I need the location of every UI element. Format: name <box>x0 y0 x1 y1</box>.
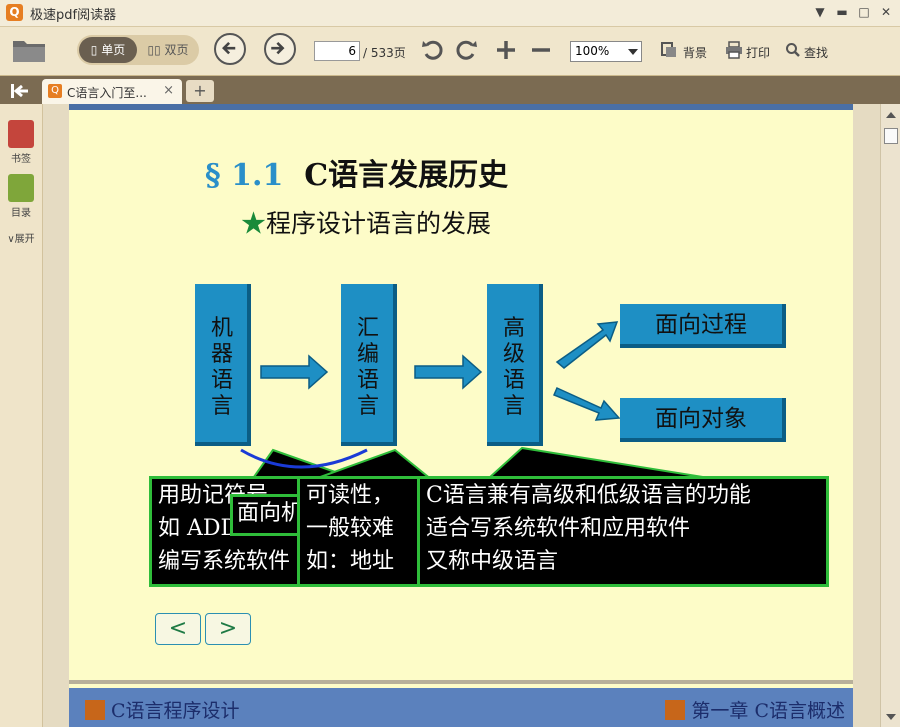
page-view-toggle: ▯ 单页 ▯▯ 双页 <box>77 35 199 65</box>
chevron-down-icon <box>628 49 638 55</box>
bookmarks-button[interactable]: 书签 <box>0 120 42 165</box>
zoom-select[interactable]: 100% <box>570 41 642 62</box>
scroll-thumb[interactable] <box>884 128 898 144</box>
footer-chapter: 第一章 C语言概述 <box>665 696 845 723</box>
slide-prev-button[interactable]: < <box>155 613 201 645</box>
background-button[interactable]: 背景 <box>683 44 707 61</box>
double-page-button[interactable]: ▯▯ 双页 <box>139 37 197 63</box>
page-number-input[interactable]: 6 <box>314 41 360 61</box>
page-total: / 533页 <box>363 46 406 60</box>
print-button[interactable]: 打印 <box>746 44 770 61</box>
footer-marker-icon <box>85 700 105 720</box>
title-bar: Q 极速pdf阅读器 ▼ ▬ □ ✕ <box>0 0 900 27</box>
bookmarks-label: 书签 <box>11 154 31 165</box>
callout-line: 编写系统软件 <box>158 549 291 574</box>
contents-icon <box>8 174 34 202</box>
menu-dropdown-icon[interactable]: ▼ <box>810 3 830 21</box>
app-logo-icon: Q <box>6 4 23 21</box>
pdf-page: § 1.1 C语言发展历史 ★程序设计语言的发展 机器语言 汇编语言 高级语言 … <box>69 104 853 727</box>
open-folder-icon[interactable] <box>12 37 46 63</box>
callout-line: 可读性， <box>306 483 395 508</box>
contents-label: 目录 <box>11 208 31 219</box>
print-icon[interactable] <box>725 41 743 59</box>
tab-close-icon[interactable]: × <box>163 83 174 98</box>
callout-line: C语言兼有高级和低级语言的功能 <box>426 483 751 508</box>
double-page-label: 双页 <box>164 43 189 57</box>
find-button[interactable]: 查找 <box>804 44 828 61</box>
callout-line: 又称中级语言 <box>426 549 559 574</box>
object-oriented-box: 面向对象 <box>620 398 786 442</box>
callout-c-language: C语言兼有高级和低级语言的功能 适合写系统软件和应用软件 又称中级语言 <box>417 476 829 587</box>
scroll-down-icon[interactable] <box>886 714 896 720</box>
zoom-in-icon[interactable] <box>493 37 519 63</box>
arrow-2 <box>414 354 483 390</box>
footer-left-text: C语言程序设计 <box>111 700 240 722</box>
callout-assembly: 可读性， 一般较难 如：地址 <box>297 476 423 587</box>
rotate-right-icon[interactable] <box>453 37 479 63</box>
vertical-scrollbar[interactable] <box>880 104 900 727</box>
callout-pointer-3 <box>486 446 710 479</box>
single-page-label: 单页 <box>101 43 126 57</box>
previous-page-button[interactable] <box>214 33 246 65</box>
zoom-value: 100% <box>575 44 610 58</box>
contents-button[interactable]: 目录 <box>0 174 42 219</box>
scroll-up-icon[interactable] <box>886 112 896 118</box>
toolbar: ▯ 单页 ▯▯ 双页 6 / 533页 100% 背景 打印 查找 <box>0 27 900 76</box>
footer-right-text: 第一章 C语言概述 <box>691 700 845 722</box>
single-page-button[interactable]: ▯ 单页 <box>79 37 137 63</box>
close-button[interactable]: ✕ <box>876 3 896 21</box>
callout-line: 如：地址 <box>306 549 395 574</box>
document-viewer[interactable]: § 1.1 C语言发展历史 ★程序设计语言的发展 机器语言 汇编语言 高级语言 … <box>43 104 880 727</box>
maximize-button[interactable]: □ <box>854 3 874 21</box>
single-page-icon: ▯ <box>90 43 98 57</box>
collapse-sidebar-icon[interactable] <box>10 83 30 99</box>
page-divider <box>69 680 853 684</box>
bookmark-icon <box>8 120 34 148</box>
pdf-file-icon: Q <box>48 84 62 98</box>
next-page-button[interactable] <box>264 33 296 65</box>
tab-label: C语言入门至... <box>67 86 147 100</box>
slide-footer: C语言程序设计 第一章 C语言概述 <box>69 688 853 727</box>
background-icon[interactable] <box>660 41 678 59</box>
zoom-out-icon[interactable] <box>528 37 554 63</box>
rotate-left-icon[interactable] <box>420 37 446 63</box>
arrow-1 <box>260 354 329 390</box>
document-tab[interactable]: Q C语言入门至... × <box>42 79 182 104</box>
search-icon[interactable] <box>785 42 801 58</box>
slide-next-button[interactable]: > <box>205 613 251 645</box>
expand-label: 展开 <box>14 234 35 245</box>
chevron-down-icon: ∨ <box>7 234 15 245</box>
window-title: 极速pdf阅读器 <box>30 8 117 23</box>
callout-line: 适合写系统软件和应用软件 <box>426 516 691 541</box>
tab-bar: Q C语言入门至... × + <box>0 76 900 104</box>
left-sidebar: 书签 目录 ∨展开 <box>0 104 43 727</box>
callout-line: 一般较难 <box>306 516 395 541</box>
arrow-up <box>555 321 619 369</box>
arrow-down <box>553 387 621 421</box>
new-tab-button[interactable]: + <box>186 80 214 102</box>
minimize-button[interactable]: ▬ <box>832 3 852 21</box>
procedural-box: 面向过程 <box>620 304 786 348</box>
footer-marker-icon <box>665 700 686 720</box>
double-page-icon: ▯▯ <box>147 43 161 57</box>
footer-course-title: C语言程序设计 <box>85 696 240 723</box>
expand-button[interactable]: ∨展开 <box>0 230 42 245</box>
